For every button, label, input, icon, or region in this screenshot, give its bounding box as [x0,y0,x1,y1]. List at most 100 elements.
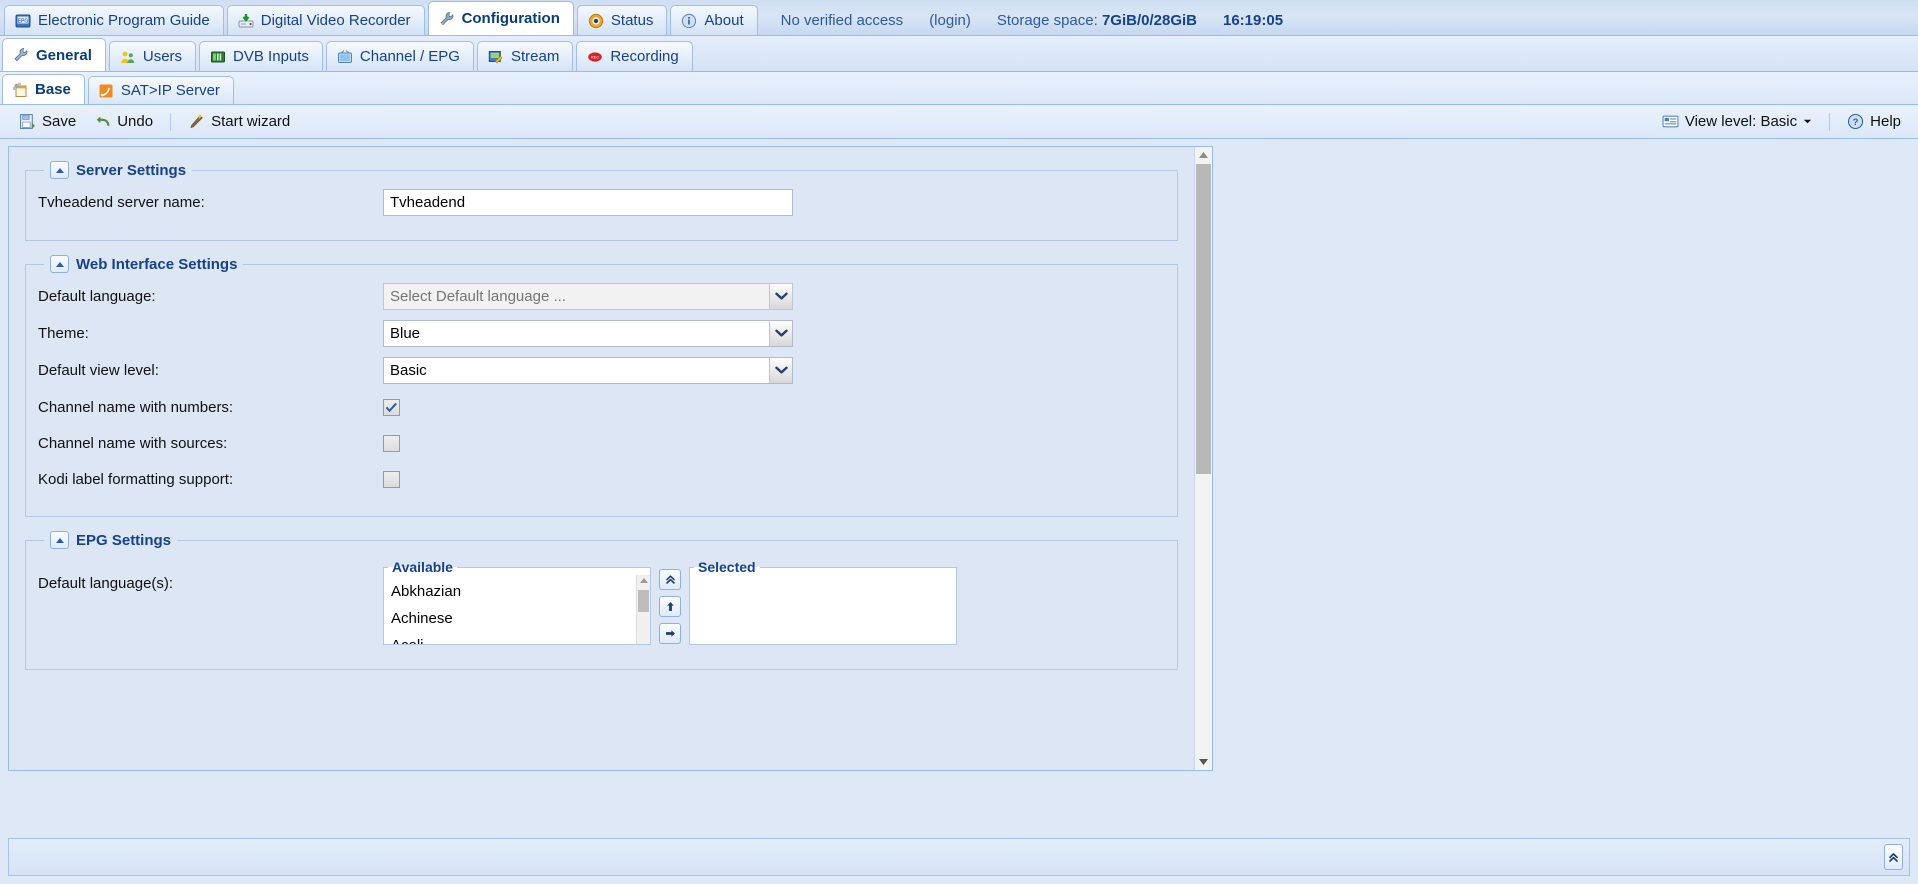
sub-tab-stream[interactable]: Stream [476,41,574,71]
scroll-up-button[interactable] [1195,147,1212,163]
top-nav-bar: EPG Electronic Program Guide Digital Vid… [0,0,1918,36]
field-row-theme: Theme: [38,320,1165,347]
field-row-default-languages: Default language(s): Available Abkhazian… [38,559,1165,645]
sub-tab-dvb-inputs[interactable]: DVB Inputs [199,41,323,71]
field-row-default-language: Default language: [38,283,1165,310]
move-right-button[interactable] [659,623,681,644]
info-icon [681,13,697,29]
top-tab-label: Configuration [461,10,560,27]
section-web-interface-settings-legend: Web Interface Settings [44,255,243,273]
section-title: Server Settings [76,161,187,179]
help-button[interactable]: ? Help [1838,109,1910,134]
collapse-toggle-epg-settings[interactable] [50,531,69,549]
sub-sub-tab-satip-server[interactable]: SAT>IP Server [87,76,234,104]
scroll-up-icon[interactable] [639,578,648,583]
channel-name-with-numbers-label: Channel name with numbers: [38,398,234,416]
undo-button-label: Undo [117,113,154,130]
sub-tab-label: Users [142,48,183,65]
wizard-icon [188,113,205,130]
sub-tab-label: General [36,46,92,64]
selected-languages-listbox[interactable]: Selected [689,559,957,645]
sub-tab-general[interactable]: General [2,38,106,71]
move-up-button[interactable] [659,596,681,617]
scroll-to-top-button[interactable] [1884,844,1903,870]
default-language-input[interactable] [384,284,769,309]
available-languages-listbox[interactable]: Available Abkhazian Achinese Acoli [383,559,651,645]
view-level-icon [1662,113,1679,130]
default-view-level-combo[interactable] [383,357,793,384]
field-row-default-view-level: Default view level: [38,357,1165,384]
list-item[interactable]: Acoli [388,632,637,644]
settings-panel: Server Settings Tvheadend server name: W… [8,146,1213,771]
sub-tab-channel-epg[interactable]: Channel / EPG [325,41,474,71]
scroll-down-button[interactable] [1195,754,1212,770]
collapse-toggle-server-settings[interactable] [50,161,69,179]
sub-tab-label: Channel / EPG [359,48,460,65]
storage-space-value: 7GiB/0/28GiB [1101,11,1197,29]
kodi-label-formatting-checkbox[interactable] [383,470,400,488]
top-tab-digital-video-recorder[interactable]: Digital Video Recorder [226,5,425,35]
field-row-channel-name-with-numbers: Channel name with numbers: [38,394,1165,420]
view-level-button[interactable]: View level: Basic [1653,109,1821,134]
wrench-icon [439,11,455,27]
section-server-settings-legend: Server Settings [44,161,192,179]
triangle-up-icon [1199,152,1208,158]
chevron-down-icon[interactable] [769,284,792,309]
top-tab-status[interactable]: Status [576,5,668,35]
dvb-icon [210,49,226,65]
move-all-up-button[interactable] [659,569,681,590]
default-view-level-input[interactable] [384,358,769,383]
theme-combo[interactable] [383,320,793,347]
chevron-down-icon[interactable] [769,321,792,346]
settings-panel-scrollbar[interactable] [1194,147,1212,770]
sub-tab-recording[interactable]: REC Recording [576,41,693,71]
section-title: EPG Settings [76,531,172,549]
collapse-toggle-web-interface-settings[interactable] [50,255,69,273]
access-status-text: No verified access [780,11,904,29]
available-languages-scrollbar[interactable] [636,575,650,644]
scrollbar-thumb[interactable] [638,590,649,612]
svg-text:?: ? [1853,117,1859,128]
form-toolbar: Save Undo Start wizard View level: Basic… [0,105,1918,139]
start-wizard-button[interactable]: Start wizard [179,109,299,134]
login-link[interactable]: (login) [929,12,971,29]
selected-languages-items [690,575,956,644]
channel-name-with-numbers-checkbox[interactable] [383,398,400,416]
theme-input[interactable] [384,321,769,346]
default-language-combo[interactable] [383,283,793,310]
triangle-down-icon [1199,759,1208,765]
channel-name-with-sources-label: Channel name with sources: [38,434,228,452]
server-name-input[interactable] [383,189,793,216]
sub-tab-label: Stream [510,48,560,65]
start-wizard-button-label: Start wizard [211,113,291,130]
channel-name-with-sources-checkbox[interactable] [383,434,400,452]
section-web-interface-settings: Web Interface Settings Default language:… [25,255,1178,517]
section-epg-settings-legend: EPG Settings [44,531,177,549]
list-item[interactable]: Abkhazian [388,578,637,605]
help-button-label: Help [1870,113,1901,130]
field-row-server-name: Tvheadend server name: [38,189,1165,216]
rec-icon: REC [587,49,603,65]
top-tab-configuration[interactable]: Configuration [427,1,574,35]
bottom-status-bar [8,838,1910,876]
sub-tab-label: Recording [610,48,679,65]
sub-sub-tab-label: SAT>IP Server [120,82,220,99]
users-icon [120,49,136,65]
field-row-channel-name-with-sources: Channel name with sources: [38,430,1165,456]
storage-space-label: Storage space: [996,11,1098,29]
sub-tab-users[interactable]: Users [108,41,197,71]
list-item[interactable]: Achinese [388,605,637,632]
top-tab-about[interactable]: About [670,5,758,35]
default-languages-label: Default language(s): [38,575,174,592]
scrollbar-thumb[interactable] [1196,164,1211,474]
server-name-label: Tvheadend server name: [38,194,205,211]
save-button[interactable]: Save [10,109,85,134]
chevron-down-icon[interactable] [769,358,792,383]
top-tab-electronic-program-guide[interactable]: EPG Electronic Program Guide [4,5,224,35]
chevron-down-icon [1803,117,1812,126]
language-dual-list: Available Abkhazian Achinese Acoli [383,559,957,645]
field-row-kodi-label-formatting: Kodi label formatting support: [38,466,1165,492]
undo-button[interactable]: Undo [85,109,162,134]
default-language-label: Default language: [38,288,156,305]
sub-sub-tab-base[interactable]: Base [2,74,85,104]
